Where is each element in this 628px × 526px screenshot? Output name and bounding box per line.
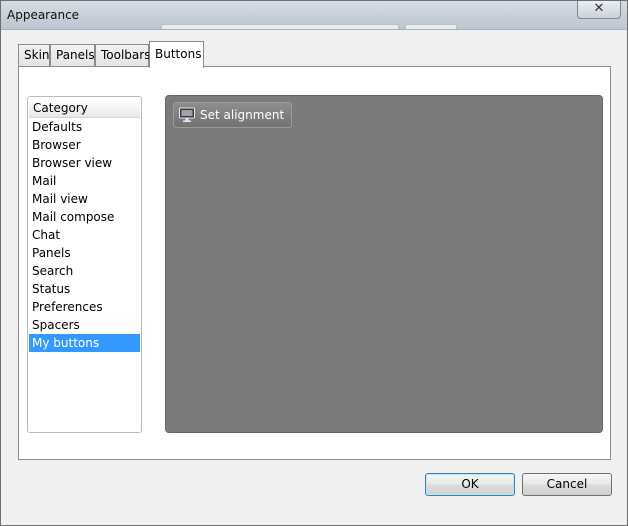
category-item-mail[interactable]: Mail [29,172,140,190]
set-alignment-label: Set alignment [200,108,285,122]
tab-buttons[interactable]: Buttons [149,41,204,68]
category-item-mail-view[interactable]: Mail view [29,190,140,208]
category-item-search[interactable]: Search [29,262,140,280]
tab-skin[interactable]: Skin [18,44,50,67]
category-item-panels[interactable]: Panels [29,244,140,262]
category-item-spacers[interactable]: Spacers [29,316,140,334]
ok-button[interactable]: OK [425,473,515,496]
set-alignment-button[interactable]: Set alignment [173,102,293,128]
close-button[interactable]: ✕ [577,1,621,19]
category-item-chat[interactable]: Chat [29,226,140,244]
monitor-icon [178,106,196,124]
cancel-button[interactable]: Cancel [522,473,612,496]
tab-toolbars[interactable]: Toolbars [95,44,150,67]
category-item-my-buttons[interactable]: My buttons [29,334,140,352]
category-item-preferences[interactable]: Preferences [29,298,140,316]
category-header: Category [29,100,140,118]
category-item-mail-compose[interactable]: Mail compose [29,208,140,226]
category-item-browser-view[interactable]: Browser view [29,154,140,172]
buttons-palette: Set alignment [165,95,603,433]
category-list[interactable]: Category Defaults Browser Browser view M… [27,96,142,433]
category-item-status[interactable]: Status [29,280,140,298]
category-item-defaults[interactable]: Defaults [29,118,140,136]
background-tab-ghost [405,24,457,29]
appearance-dialog: Appearance ✕ Skin Panels Toolbars Button… [0,0,628,526]
background-tab-ghost [161,24,399,29]
tab-panels[interactable]: Panels [50,44,95,67]
category-item-browser[interactable]: Browser [29,136,140,154]
window-title: Appearance [7,8,80,22]
close-icon: ✕ [593,1,605,16]
title-bar[interactable]: Appearance ✕ [1,1,627,30]
